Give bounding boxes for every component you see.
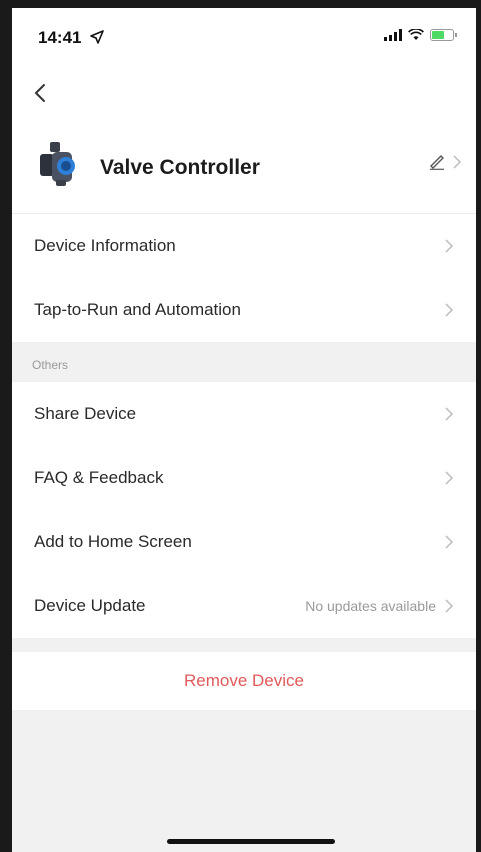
valve-device-icon [40,142,75,186]
update-status-text: No updates available [305,598,436,614]
location-arrow-icon [90,30,104,44]
section-header-others: Others [32,358,69,372]
chevron-right-icon [453,155,462,169]
device-information-row[interactable]: Device Information [12,214,476,278]
faq-feedback-row[interactable]: FAQ & Feedback [12,446,476,510]
device-header: Valve Controller [12,118,476,214]
chevron-right-icon [445,303,454,317]
status-bar: 14:41 [12,8,476,68]
wifi-icon [408,29,424,40]
tap-to-run-automation-row[interactable]: Tap-to-Run and Automation [12,278,476,342]
others-group: Share Device FAQ & Feedback Add to Home … [12,382,476,638]
home-indicator[interactable] [167,839,335,844]
status-indicators [384,29,457,41]
device-name: Valve Controller [100,156,260,179]
cellular-signal-icon [384,29,402,41]
row-label: Device Update [34,596,146,615]
device-update-row[interactable]: Device Update No updates available [12,574,476,638]
pencil-icon [430,155,444,170]
battery-icon [430,29,457,41]
device-settings-group: Device Information Tap-to-Run and Automa… [12,214,476,342]
status-time: 14:41 [38,28,82,47]
phone-screen: 14:41 Valve Controller Device Informatio… [12,8,476,852]
remove-device-label: Remove Device [184,671,304,690]
row-label: Share Device [34,404,137,423]
chevron-right-icon [445,407,454,421]
row-right: No updates available [305,598,454,614]
back-chevron-icon[interactable] [26,78,56,108]
add-to-home-screen-row[interactable]: Add to Home Screen [12,510,476,574]
row-label: Tap-to-Run and Automation [34,300,241,319]
chevron-right-icon [445,535,454,549]
share-device-row[interactable]: Share Device [12,382,476,446]
row-label: Add to Home Screen [34,532,192,551]
row-label: Device Information [34,236,176,255]
chevron-right-icon [445,239,454,253]
chevron-right-icon [445,471,454,485]
remove-device-button[interactable]: Remove Device [12,652,476,710]
nav-bar [12,68,476,118]
chevron-right-icon [445,599,454,613]
edit-device-name-button[interactable] [428,154,462,170]
row-label: FAQ & Feedback [34,468,164,487]
